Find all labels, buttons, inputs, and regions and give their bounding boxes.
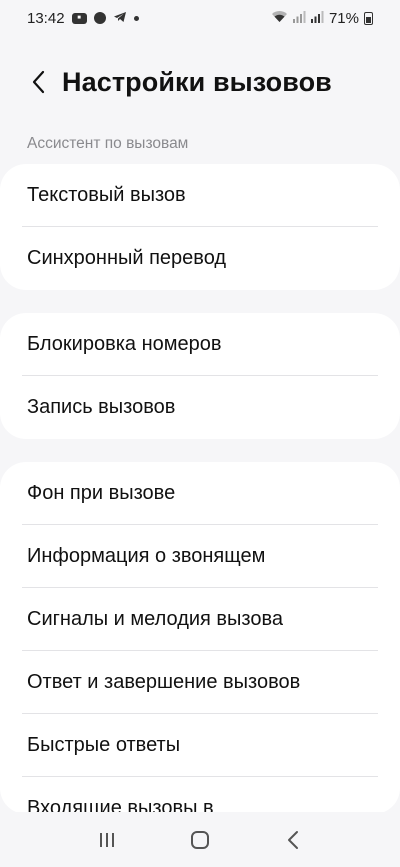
navigation-bar	[0, 812, 400, 867]
setting-block-numbers[interactable]: Блокировка номеров	[0, 313, 400, 376]
recents-icon	[99, 832, 114, 847]
setting-label: Быстрые ответы	[27, 734, 181, 756]
header: Настройки вызовов	[0, 58, 400, 106]
back-button[interactable]	[16, 60, 60, 104]
setting-label: Сигналы и мелодия вызова	[27, 608, 284, 630]
home-icon	[190, 830, 209, 849]
setting-label: Ответ и завершение вызовов	[27, 671, 301, 693]
status-bar: 13:42 ■ 71%	[0, 0, 400, 36]
more-notifications-dot-icon	[133, 15, 139, 21]
section-label-assistant: Ассистент по вызовам	[27, 135, 189, 152]
setting-label: Фон при вызове	[27, 482, 176, 504]
signal-2-icon	[310, 10, 324, 27]
settings-group-assistant: Текстовый вызов Синхронный перевод	[0, 164, 400, 290]
status-right: 71%	[271, 10, 373, 27]
setting-incoming-calls[interactable]: Входящие вызовы в	[0, 777, 400, 814]
setting-answer-end-calls[interactable]: Ответ и завершение вызовов	[0, 651, 400, 714]
page-title: Настройки вызовов	[62, 66, 332, 97]
battery-percent: 71%	[328, 9, 359, 27]
wifi-icon	[271, 10, 288, 27]
signal-1-icon	[292, 10, 306, 27]
setting-caller-info[interactable]: Информация о звонящем	[0, 525, 400, 588]
settings-group-call-options: Фон при вызове Информация о звонящем Сиг…	[0, 462, 400, 814]
notification-circle-icon	[93, 12, 106, 24]
setting-call-background[interactable]: Фон при вызове	[0, 462, 400, 525]
battery-icon	[364, 11, 373, 25]
setting-label: Синхронный перевод	[27, 247, 227, 269]
status-time: 13:42	[27, 9, 65, 27]
notification-app-icon: ■	[71, 12, 87, 24]
chevron-left-icon	[32, 70, 45, 94]
status-left: 13:42 ■	[27, 10, 139, 27]
nav-recents-button[interactable]	[77, 820, 137, 860]
nav-home-button[interactable]	[170, 820, 230, 860]
setting-label: Текстовый вызов	[27, 184, 186, 206]
nav-back-button[interactable]	[263, 820, 323, 860]
telegram-icon	[113, 10, 127, 27]
back-icon	[288, 830, 299, 849]
setting-live-translate[interactable]: Синхронный перевод	[0, 227, 400, 290]
setting-quick-replies[interactable]: Быстрые ответы	[0, 714, 400, 777]
setting-label: Информация о звонящем	[27, 545, 266, 567]
setting-text-call[interactable]: Текстовый вызов	[0, 164, 400, 227]
setting-label: Запись вызовов	[27, 396, 176, 418]
setting-record-calls[interactable]: Запись вызовов	[0, 376, 400, 439]
setting-label: Блокировка номеров	[27, 333, 222, 355]
setting-ringtone[interactable]: Сигналы и мелодия вызова	[0, 588, 400, 651]
settings-group-block-record: Блокировка номеров Запись вызовов	[0, 313, 400, 439]
